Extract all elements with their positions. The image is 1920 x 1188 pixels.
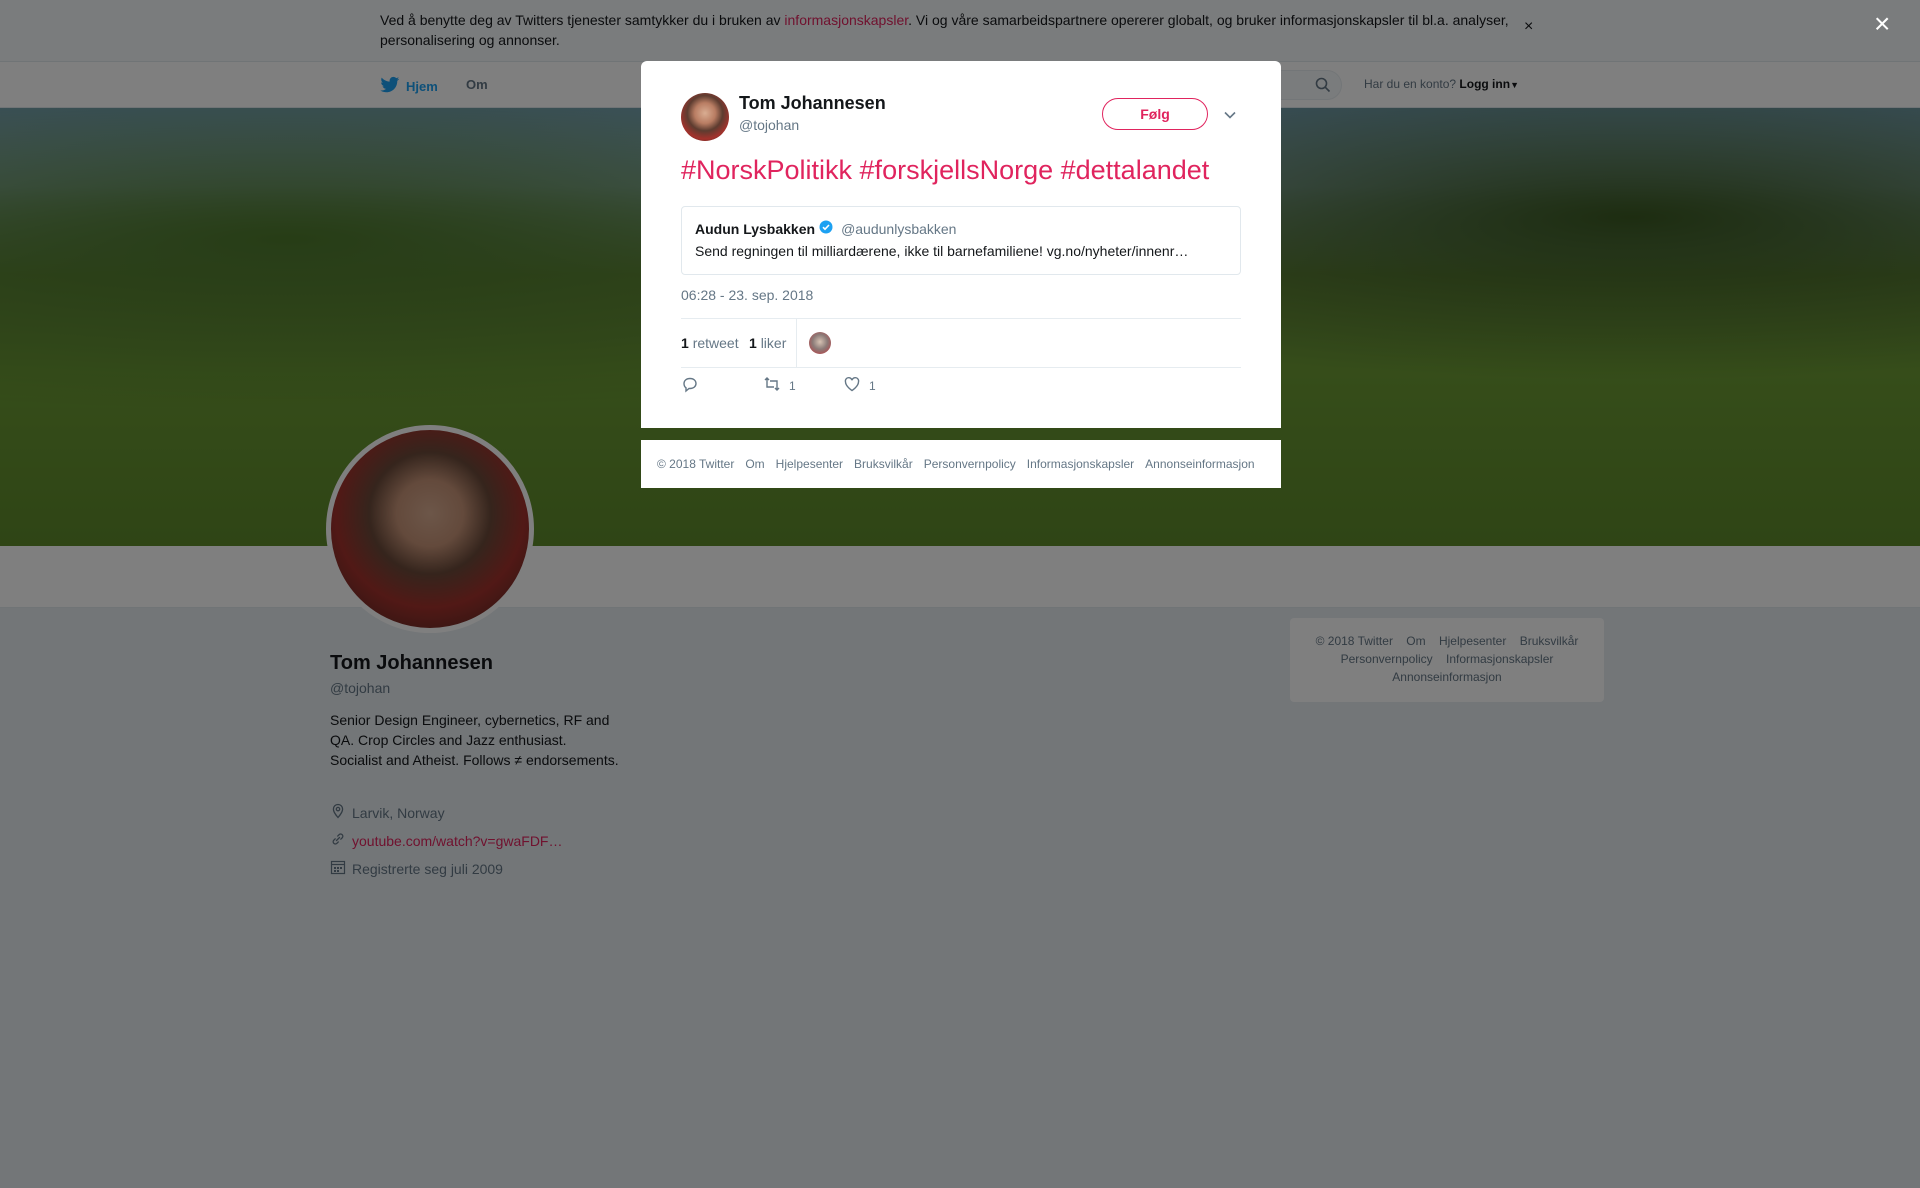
chevron-down-icon[interactable] [1223,107,1237,125]
footer-link[interactable]: Personvernpolicy [924,457,1016,471]
modal-footer: © 2018 Twitter Om Hjelpesenter Bruksvilk… [641,440,1281,488]
quoted-text: Send regningen til milliardærene, ikke t… [695,243,1189,259]
tweet-author-avatar[interactable] [681,93,729,141]
like-button[interactable]: 1 [843,375,876,396]
retweet-count: 1 [789,378,796,393]
footer-link[interactable]: © 2018 Twitter [657,457,734,471]
footer-link[interactable]: Informasjonskapsler [1027,457,1134,471]
quoted-author-handle: @audunlysbakken [841,220,957,237]
tweet-author-name[interactable]: Tom Johannesen [739,93,886,114]
footer-link[interactable]: Hjelpesenter [776,457,843,471]
close-icon[interactable]: × [1874,10,1890,38]
footer-link[interactable]: Om [745,457,764,471]
reply-button[interactable] [681,375,699,396]
footer-link[interactable]: Annonseinformasjon [1145,457,1254,471]
stats-divider [796,319,797,367]
retweet-stat-label: retweet [692,335,739,351]
like-count: 1 [869,378,876,393]
follow-button[interactable]: Følg [1102,98,1208,130]
tweet-timestamp[interactable]: 06:28 - 23. sep. 2018 [681,287,813,303]
tweet-actions: 1 1 [681,375,1241,401]
retweet-stat-count: 1 [681,335,689,351]
retweet-button[interactable]: 1 [763,375,796,396]
retweet-icon [763,375,781,396]
heart-icon [843,375,861,396]
tweet-stats: 1 retweet 1 liker [681,318,1241,368]
quoted-author: Audun Lysbakken @audunlysbakken [695,220,956,237]
like-stat[interactable]: 1 liker [749,335,786,351]
tweet-modal: Tom Johannesen @tojohan Følg #NorskPolit… [641,61,1281,428]
tweet-text[interactable]: #NorskPolitikk #forskjellsNorge #dettala… [681,153,1209,187]
like-stat-count: 1 [749,335,757,351]
tweet-author-handle[interactable]: @tojohan [739,117,799,133]
reply-icon [681,375,699,396]
footer-link[interactable]: Bruksvilkår [854,457,913,471]
like-stat-label: liker [760,335,787,351]
quoted-author-name: Audun Lysbakken [695,220,816,237]
verified-icon [819,220,833,237]
quoted-tweet[interactable]: Audun Lysbakken @audunlysbakken Send reg… [681,206,1241,275]
liker-avatar[interactable] [809,332,831,354]
retweet-stat[interactable]: 1 retweet [681,335,739,351]
